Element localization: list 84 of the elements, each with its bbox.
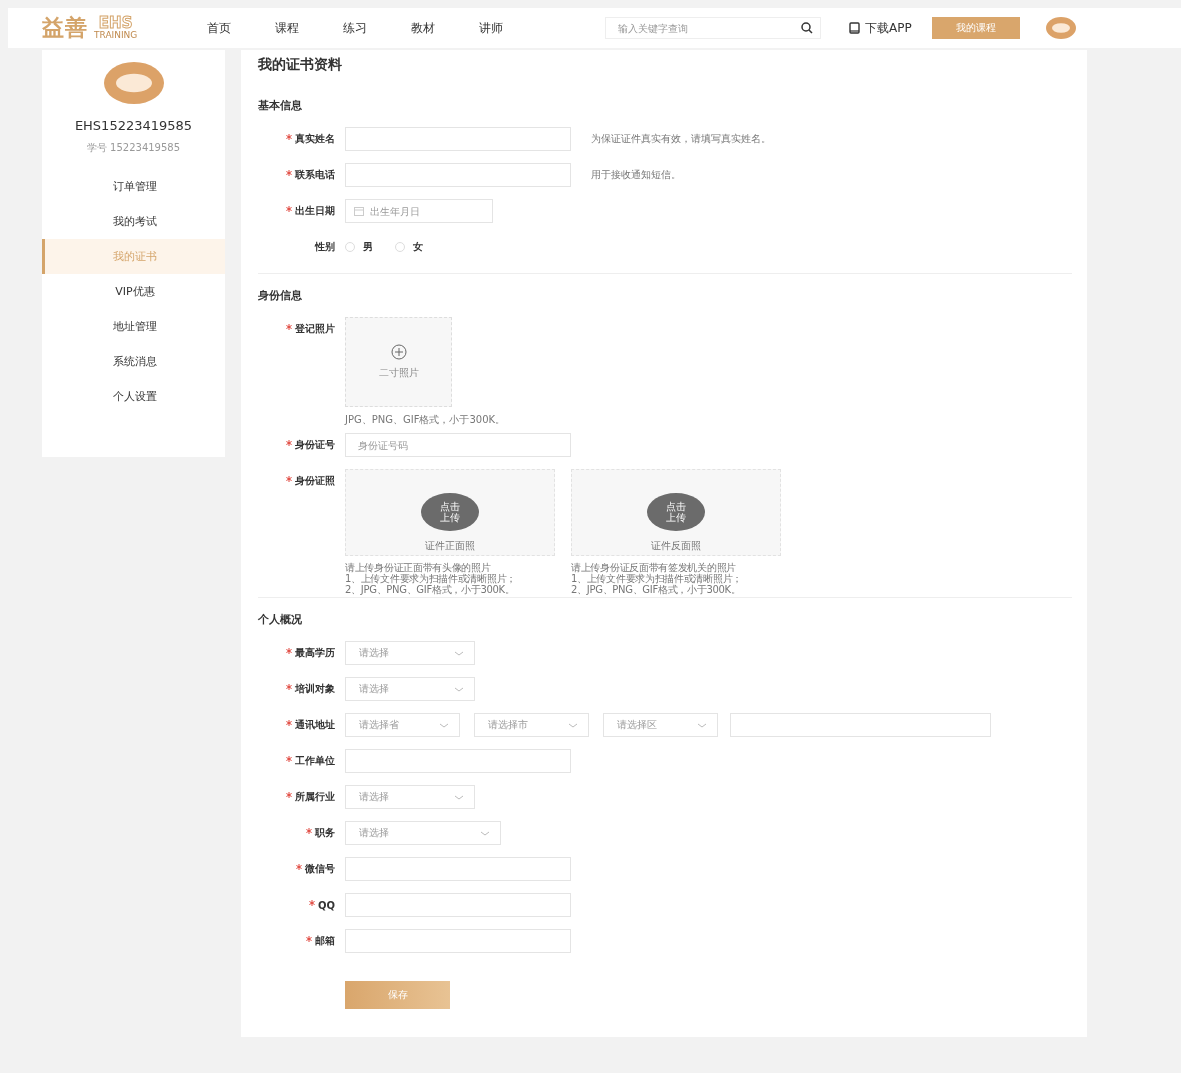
upload-caption: 证件正面照 [425, 539, 475, 553]
logo-text: 益善 [42, 14, 88, 42]
logo-tagline: TRAINING [94, 31, 138, 40]
add-icon [390, 344, 407, 360]
input-field[interactable] [730, 713, 991, 737]
search-field[interactable]: 输入关键字查询 [605, 17, 821, 40]
field-hint: 用于接收通知短信。 [591, 168, 681, 182]
input-field[interactable] [345, 163, 571, 187]
field-label: 登记照片 [295, 322, 335, 336]
input-field[interactable] [345, 929, 571, 953]
input-field[interactable] [345, 857, 571, 881]
select-placeholder: 请选择区 [617, 718, 657, 732]
sidebar-item[interactable]: VIP优惠 [42, 274, 225, 309]
field-label: 微信号 [305, 862, 335, 876]
page-title: 我的证书资料 [258, 56, 343, 74]
radio-option[interactable]: 女 [395, 240, 423, 254]
sidebar-item[interactable]: 订单管理 [42, 169, 225, 204]
upload-button[interactable]: 点击 上传 [647, 493, 705, 531]
chevron-down-icon [697, 722, 707, 728]
select-placeholder: 请选择 [359, 646, 389, 660]
nav-link[interactable]: 教材 [411, 19, 435, 37]
field-label: 所属行业 [295, 790, 335, 804]
field-label: 性别 [315, 240, 335, 254]
chevron-down-icon [480, 830, 490, 836]
field-label: 职务 [315, 826, 335, 840]
date-field[interactable]: 出生年月日 [345, 199, 493, 223]
nav-link[interactable]: 讲师 [479, 19, 503, 37]
nav-link[interactable]: 首页 [207, 19, 231, 37]
sidebar-item[interactable]: 个人设置 [42, 379, 225, 414]
field-hint: JPG、PNG、GIF格式，小于300K。 [345, 413, 506, 427]
chevron-down-icon [568, 722, 578, 728]
sidebar-item[interactable]: 系统消息 [42, 344, 225, 379]
sidebar-item[interactable]: 我的考试 [42, 204, 225, 239]
select-placeholder: 请选择 [359, 826, 389, 840]
field-label: 最高学历 [295, 646, 335, 660]
select-placeholder: 请选择 [359, 682, 389, 696]
avatar-icon[interactable] [1045, 17, 1076, 39]
section-title: 基本信息 [258, 98, 303, 113]
avatar-icon [103, 62, 164, 104]
field-label: 联系电话 [295, 168, 335, 182]
input-field[interactable] [345, 127, 571, 151]
upload-note: 请上传身份证反面带有签发机关的照片 [571, 562, 737, 573]
input-field[interactable]: 身份证号码 [345, 433, 571, 457]
upload-note: 请上传身份证正面带有头像的照片 [345, 562, 492, 573]
upload-note: 1、上传文件要求为扫描件或清晰照片； [571, 573, 743, 584]
chevron-down-icon [454, 650, 464, 656]
select-placeholder: 请选择 [359, 790, 389, 804]
upload-button[interactable]: 点击 上传 [421, 493, 479, 531]
chevron-down-icon [439, 722, 449, 728]
input-field[interactable] [345, 749, 571, 773]
upload-caption: 证件反面照 [651, 539, 701, 553]
calendar-icon [354, 206, 364, 216]
upload-note: 2、JPG、PNG、GIF格式，小于300K。 [571, 584, 742, 595]
photo-upload-box[interactable]: 二寸照片 [345, 317, 452, 407]
field-label: 邮箱 [315, 934, 335, 948]
upload-note: 1、上传文件要求为扫描件或清晰照片； [345, 573, 517, 584]
nav-link[interactable]: 练习 [343, 19, 367, 37]
select-placeholder: 请选择省 [359, 718, 399, 732]
radio-option[interactable]: 男 [345, 240, 373, 254]
username: EHS15223419585 [74, 118, 193, 133]
phone-icon [849, 22, 860, 34]
section-title: 个人概况 [258, 612, 303, 627]
input-field[interactable] [345, 893, 571, 917]
field-label: 通讯地址 [295, 718, 335, 732]
field-label: 工作单位 [295, 754, 335, 768]
search-icon [801, 21, 813, 34]
field-hint: 为保证证件真实有效，请填写真实姓名。 [591, 132, 771, 146]
nav-link[interactable]: 课程 [275, 19, 299, 37]
upload-note: 2、JPG、PNG、GIF格式，小于300K。 [345, 584, 516, 595]
field-label: 身份证号 [295, 438, 335, 452]
field-label: 真实姓名 [295, 132, 335, 146]
chevron-down-icon [454, 686, 464, 692]
student-id: 学号 15223419585 [86, 141, 181, 155]
field-label: 出生日期 [295, 204, 335, 218]
select-placeholder: 请选择市 [488, 718, 528, 732]
download-app-link[interactable]: 下载APP [865, 19, 912, 37]
upload-caption: 二寸照片 [378, 366, 419, 380]
chevron-down-icon [454, 794, 464, 800]
field-label: 培训对象 [295, 682, 335, 696]
section-title: 身份信息 [258, 288, 303, 303]
field-label: 身份证照 [295, 474, 335, 488]
logo-brand-text: EHS [98, 16, 133, 31]
sidebar-item[interactable]: 地址管理 [42, 309, 225, 344]
field-label: QQ [318, 899, 335, 911]
